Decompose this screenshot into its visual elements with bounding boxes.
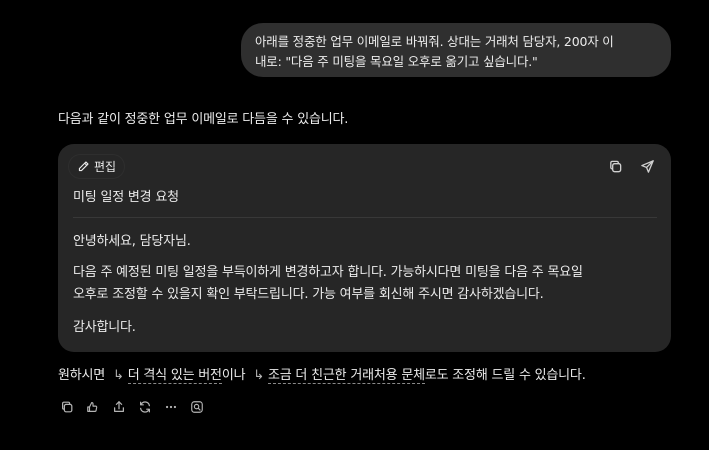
assistant-intro: 다음과 같이 정중한 업무 이메일로 다듬을 수 있습니다. xyxy=(58,112,349,127)
follow-up-suggestion: 원하시면 ↳ 더 격식 있는 버전이나 ↳ 조금 더 친근한 거래처용 문체로도 조… xyxy=(58,366,586,386)
arrow-icon: ↳ xyxy=(112,368,124,383)
user-message-line: 내로: "다음 주 미팅을 목요일 오후로 옮기고 싶습니다." xyxy=(255,54,538,69)
copy-icon xyxy=(609,160,621,172)
search-icon xyxy=(191,401,203,413)
email-greeting: 안녕하세요, 담당자님. xyxy=(73,234,191,249)
regenerate-icon xyxy=(140,401,150,413)
arrow-icon: ↳ xyxy=(253,368,264,383)
user-message-line: 아래를 정중한 업무 이메일로 바꿔줘. 상대는 거래처 담당자, 200자 이 xyxy=(255,34,614,49)
edit-button[interactable]: 편집 xyxy=(68,154,125,179)
message-actions xyxy=(58,398,206,416)
share-icon xyxy=(114,401,124,412)
send-email-button[interactable] xyxy=(638,157,656,175)
suggestion-prefix: 원하시면 xyxy=(58,368,106,383)
more-button[interactable] xyxy=(162,398,180,416)
pencil-icon xyxy=(78,161,89,172)
user-message-bubble: 아래를 정중한 업무 이메일로 바꿔줘. 상대는 거래처 담당자, 200자 이… xyxy=(241,23,671,77)
copy-icon xyxy=(62,401,73,413)
share-button[interactable] xyxy=(110,398,128,416)
send-icon xyxy=(640,159,654,173)
email-body-line: 다음 주 예정된 미팅 일정을 부득이하게 변경하고자 합니다. 가능하시다면 … xyxy=(73,265,583,280)
suggestion-suffix: 로도 조정해 드릴 수 있습니다. xyxy=(424,368,586,383)
email-draft-card: 편집 미팅 일정 변경 요청 안녕하세요, 담당자님. 다음 주 예정된 미팅 … xyxy=(58,144,671,352)
email-body: 다음 주 예정된 미팅 일정을 부득이하게 변경하고자 합니다. 가능하시다면 … xyxy=(73,262,663,306)
divider xyxy=(73,217,657,218)
email-subject: 미팅 일정 변경 요청 xyxy=(73,190,179,205)
email-closing: 감사합니다. xyxy=(73,320,136,335)
suggestion-middle: 이나 xyxy=(221,368,246,383)
friendly-version-link[interactable]: 조금 더 친근한 거래처용 문체 xyxy=(267,368,425,384)
feedback-button[interactable] xyxy=(84,398,102,416)
search-button[interactable] xyxy=(188,398,206,416)
chat-page: 아래를 정중한 업무 이메일로 바꿔줘. 상대는 거래처 담당자, 200자 이… xyxy=(0,0,709,450)
thumbs-icon xyxy=(87,402,98,412)
edit-label: 편집 xyxy=(93,160,117,174)
formal-version-link[interactable]: 더 격식 있는 버전 xyxy=(127,368,222,384)
more-icon xyxy=(165,405,177,409)
email-body-line: 오후로 조정할 수 있을지 확인 부탁드립니다. 가능 여부를 회신해 주시면 … xyxy=(73,287,544,302)
copy-email-button[interactable] xyxy=(606,157,624,175)
regenerate-button[interactable] xyxy=(136,398,154,416)
copy-button[interactable] xyxy=(58,398,76,416)
